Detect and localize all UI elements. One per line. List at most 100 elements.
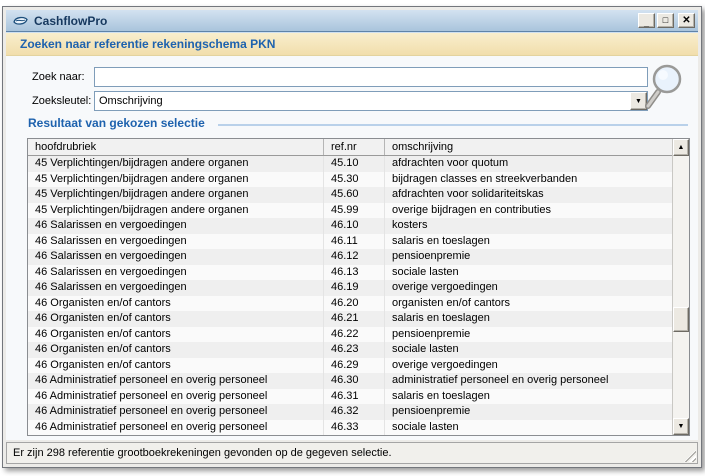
cell-refnr: 46.29 (324, 357, 385, 373)
cell-hoofdrubriek: 46 Organisten en/of cantors (28, 295, 324, 311)
cell-hoofdrubriek: 46 Organisten en/of cantors (28, 357, 324, 373)
table-row[interactable]: 46 Organisten en/of cantors 46.20 organi… (28, 295, 672, 311)
cell-refnr: 45.30 (324, 171, 385, 187)
table-row[interactable]: 45 Verplichtingen/bijdragen andere organ… (28, 187, 672, 203)
cell-omschrijving: overige bijdragen en contributies (392, 203, 551, 216)
section-divider (218, 124, 688, 126)
table-row[interactable]: 46 Administratief personeel en overig pe… (28, 404, 672, 420)
cell-refnr: 46.21 (324, 311, 385, 327)
cell-hoofdrubriek: 45 Verplichtingen/bijdragen andere organ… (28, 171, 324, 187)
cell-omschrijving: sociale lasten (392, 265, 459, 278)
cell-hoofdrubriek: 46 Administratief personeel en overig pe… (28, 419, 324, 435)
table-row[interactable]: 45 Verplichtingen/bijdragen andere organ… (28, 202, 672, 218)
cell-refnr: 46.33 (324, 419, 385, 435)
cell-omschrijving: salaris en toeslagen (392, 312, 490, 324)
column-header-refnr[interactable]: ref.nr (324, 139, 385, 155)
cell-omschrijving: salaris en toeslagen (392, 389, 490, 402)
table-row[interactable]: 46 Organisten en/of cantors 46.21 salari… (28, 311, 672, 327)
column-header-omschrijving[interactable]: omschrijving (385, 139, 672, 155)
search-icon[interactable] (642, 62, 692, 114)
table-row[interactable]: 46 Organisten en/of cantors 46.23 social… (28, 342, 672, 358)
scroll-down-icon[interactable]: ▼ (673, 418, 689, 435)
cell-hoofdrubriek: 46 Administratief personeel en overig pe… (28, 388, 324, 404)
cell-omschrijving: sociale lasten (392, 420, 459, 433)
status-text: Er zijn 298 referentie grootboekrekening… (13, 447, 392, 459)
cell-omschrijving: kosters (392, 219, 428, 231)
search-key-label: Zoeksleutel: (32, 95, 92, 107)
results-section-title: Resultaat van gekozen selectie (28, 116, 205, 130)
cell-omschrijving: pensioenpremie (392, 250, 471, 262)
cell-omschrijving: overige vergoedingen (392, 358, 498, 371)
cell-refnr: 46.30 (324, 373, 385, 389)
table-row[interactable]: 46 Salarissen en vergoedingen 46.13 soci… (28, 264, 672, 280)
cell-hoofdrubriek: 45 Verplichtingen/bijdragen andere organ… (28, 187, 324, 203)
cell-hoofdrubriek: 46 Organisten en/of cantors (28, 326, 324, 342)
cell-hoofdrubriek: 45 Verplichtingen/bijdragen andere organ… (28, 202, 324, 218)
cell-hoofdrubriek: 46 Salarissen en vergoedingen (28, 218, 324, 234)
cell-refnr: 46.23 (324, 342, 385, 358)
scrollbar-thumb[interactable] (673, 307, 689, 332)
cell-refnr: 45.10 (324, 156, 385, 172)
cell-refnr: 46.31 (324, 388, 385, 404)
cell-hoofdrubriek: 46 Salarissen en vergoedingen (28, 233, 324, 249)
cell-refnr: 46.13 (324, 264, 385, 280)
search-key-select[interactable]: Omschrijving ▼ (94, 91, 648, 111)
table-row[interactable]: 46 Salarissen en vergoedingen 46.10 kost… (28, 218, 672, 234)
cell-omschrijving: pensioenpremie (392, 327, 471, 340)
cell-refnr: 46.11 (324, 233, 385, 249)
resize-grip[interactable] (684, 450, 696, 462)
cell-hoofdrubriek: 46 Organisten en/of cantors (28, 342, 324, 358)
status-bar: Er zijn 298 referentie grootboekrekening… (6, 442, 698, 464)
app-icon (13, 16, 28, 25)
cell-hoofdrubriek: 46 Salarissen en vergoedingen (28, 280, 324, 296)
cell-hoofdrubriek: 46 Organisten en/of cantors (28, 311, 324, 327)
table-row[interactable]: 46 Salarissen en vergoedingen 46.11 sala… (28, 233, 672, 249)
cell-omschrijving: organisten en/of cantors (392, 296, 511, 309)
cell-omschrijving: afdrachten voor solidariteitskas (392, 188, 544, 200)
cell-refnr: 46.19 (324, 280, 385, 296)
table-row[interactable]: 46 Organisten en/of cantors 46.22 pensio… (28, 326, 672, 342)
table-row[interactable]: 46 Administratief personeel en overig pe… (28, 388, 672, 404)
vertical-scrollbar[interactable]: ▲ ▼ (672, 139, 689, 435)
table-row[interactable]: 46 Administratief personeel en overig pe… (28, 419, 672, 435)
maximize-button[interactable]: □ (657, 13, 674, 28)
scroll-up-icon[interactable]: ▲ (673, 139, 689, 156)
cell-refnr: 46.32 (324, 404, 385, 420)
table-row[interactable]: 46 Salarissen en vergoedingen 46.12 pens… (28, 249, 672, 265)
column-header-hoofdrubriek[interactable]: hoofdrubriek (28, 139, 324, 155)
table-row[interactable]: 46 Salarissen en vergoedingen 46.19 over… (28, 280, 672, 296)
cell-omschrijving: afdrachten voor quotum (392, 157, 509, 169)
table-header-row: hoofdrubriek ref.nr omschrijving (28, 139, 672, 156)
table-row[interactable]: 46 Organisten en/of cantors 46.29 overig… (28, 357, 672, 373)
cell-refnr: 46.20 (324, 295, 385, 311)
search-input[interactable] (94, 67, 648, 87)
close-button[interactable]: ✕ (678, 13, 695, 28)
cell-refnr: 45.99 (324, 202, 385, 218)
table-row[interactable]: 45 Verplichtingen/bijdragen andere organ… (28, 171, 672, 187)
results-table-body: 45 Verplichtingen/bijdragen andere organ… (28, 156, 672, 435)
cell-omschrijving: pensioenpremie (392, 405, 471, 417)
cell-hoofdrubriek: 46 Salarissen en vergoedingen (28, 249, 324, 265)
table-row[interactable]: 45 Verplichtingen/bijdragen andere organ… (28, 156, 672, 172)
table-row[interactable]: 46 Administratief personeel en overig pe… (28, 373, 672, 389)
cell-hoofdrubriek: 46 Salarissen en vergoedingen (28, 264, 324, 280)
title-bar[interactable]: CashflowPro _ □ ✕ (6, 10, 698, 32)
results-table: hoofdrubriek ref.nr omschrijving 45 Verp… (27, 138, 690, 436)
dialog-title: Zoeken naar referentie rekeningschema PK… (20, 37, 276, 51)
cell-refnr: 46.12 (324, 249, 385, 265)
window-title: CashflowPro (34, 13, 108, 28)
cell-omschrijving: overige vergoedingen (392, 281, 498, 293)
cell-refnr: 45.60 (324, 187, 385, 203)
cell-omschrijving: sociale lasten (392, 343, 459, 355)
cell-refnr: 46.10 (324, 218, 385, 234)
minimize-button[interactable]: _ (638, 13, 655, 28)
application-window: CashflowPro _ □ ✕ Zoeken naar referentie… (2, 6, 702, 468)
dialog-content: Zoek naar: Zoeksleutel: Omschrijving ▼ R… (6, 56, 698, 440)
dialog-header: Zoeken naar referentie rekeningschema PK… (6, 32, 698, 56)
cell-omschrijving: administratief personeel en overig perso… (392, 374, 609, 386)
cell-omschrijving: bijdragen classes en streekverbanden (392, 172, 578, 185)
cell-refnr: 46.22 (324, 326, 385, 342)
cell-hoofdrubriek: 45 Verplichtingen/bijdragen andere organ… (28, 156, 324, 172)
cell-hoofdrubriek: 46 Administratief personeel en overig pe… (28, 373, 324, 389)
search-term-label: Zoek naar: (32, 71, 85, 83)
